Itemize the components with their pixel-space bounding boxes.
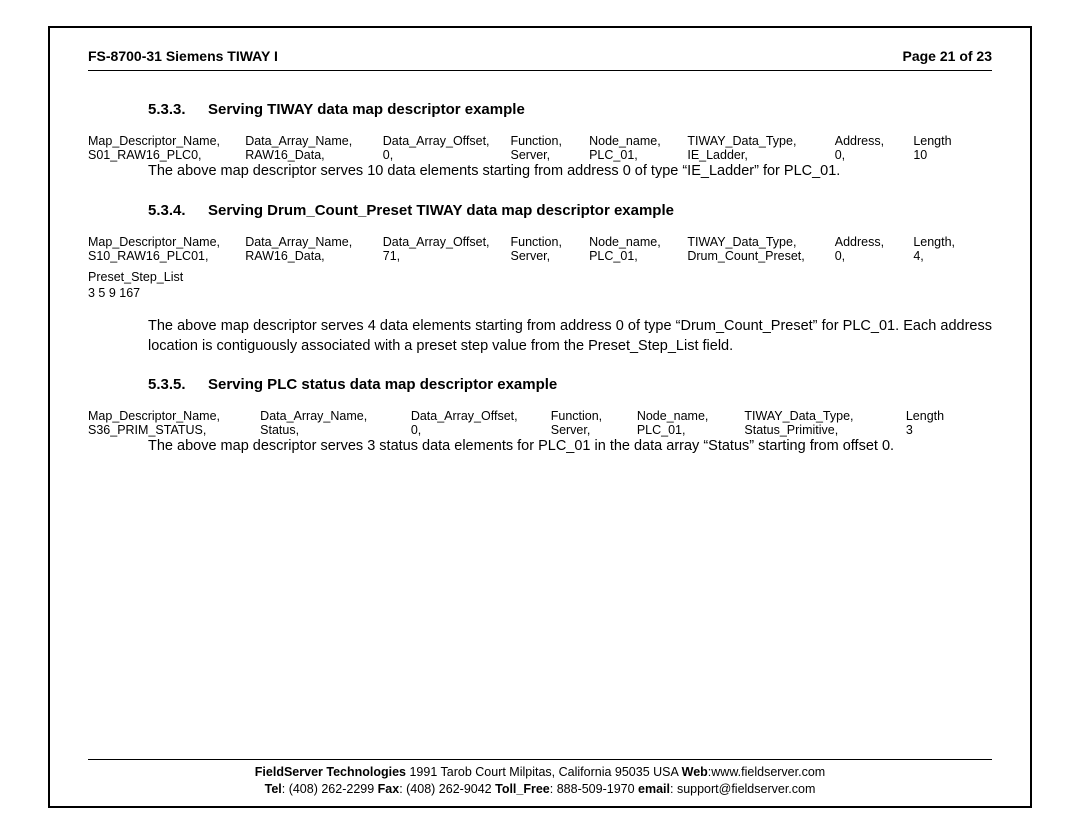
table-cell: 0, (835, 148, 914, 162)
table-cell: S10_RAW16_PLC01, (88, 249, 245, 263)
table-cell: Node_name, (589, 134, 687, 148)
section-title: Serving PLC status data map descriptor e… (208, 376, 557, 393)
preset-step-list: Preset_Step_List 3 5 9 167 (88, 269, 992, 302)
table-cell: Address, (835, 134, 914, 148)
table-cell: Length (906, 409, 992, 423)
table-cell: Length, (913, 235, 992, 249)
footer-toll-value: : 888-509-1970 (550, 782, 638, 796)
table-cell: Function, (511, 235, 590, 249)
table-cell: Map_Descriptor_Name, (88, 235, 245, 249)
table-cell: S36_PRIM_STATUS, (88, 423, 260, 437)
table-row: Map_Descriptor_Name,Data_Array_Name,Data… (88, 134, 992, 148)
footer-web-value: :www.fieldserver.com (708, 765, 825, 779)
table-cell: Length (913, 134, 992, 148)
table-cell: Server, (511, 148, 590, 162)
body-paragraph: The above map descriptor serves 4 data e… (148, 317, 992, 356)
footer-address: 1991 Tarob Court Milpitas, California 95… (406, 765, 682, 779)
table-cell: Server, (551, 423, 637, 437)
table-cell: TIWAY_Data_Type, (687, 235, 834, 249)
table-cell: 0, (835, 249, 914, 263)
table-cell: S01_RAW16_PLC0, (88, 148, 245, 162)
section-number: 5.3.5. (148, 376, 208, 393)
body-paragraph: The above map descriptor serves 3 status… (148, 437, 992, 457)
table-cell: Data_Array_Offset, (411, 409, 551, 423)
table-cell: IE_Ladder, (687, 148, 834, 162)
table-cell: TIWAY_Data_Type, (744, 409, 905, 423)
preset-values: 3 5 9 167 (88, 285, 992, 301)
data-table-533: Map_Descriptor_Name,Data_Array_Name,Data… (88, 134, 992, 162)
footer-fax-value: : (408) 262-9042 (399, 782, 495, 796)
body-paragraph: The above map descriptor serves 10 data … (148, 162, 992, 182)
table-cell: Data_Array_Offset, (383, 235, 511, 249)
table-cell: Server, (511, 249, 590, 263)
table-cell: 0, (383, 148, 511, 162)
table-cell: Function, (551, 409, 637, 423)
footer-tel-value: : (408) 262-2299 (282, 782, 378, 796)
footer-toll-label: Toll_Free (495, 782, 550, 796)
table-cell: Drum_Count_Preset, (687, 249, 834, 263)
footer-web-label: Web (682, 765, 708, 779)
section-heading-533: 5.3.3.Serving TIWAY data map descriptor … (148, 101, 992, 118)
table-cell: RAW16_Data, (245, 249, 383, 263)
table-cell: Map_Descriptor_Name, (88, 409, 260, 423)
table-cell: Status, (260, 423, 411, 437)
page-footer: FieldServer Technologies 1991 Tarob Cour… (88, 759, 992, 798)
header-right: Page 21 of 23 (903, 48, 993, 64)
table-cell: Data_Array_Name, (245, 235, 383, 249)
header-divider (88, 70, 992, 71)
table-cell: Map_Descriptor_Name, (88, 134, 245, 148)
data-table-535: Map_Descriptor_Name,Data_Array_Name,Data… (88, 409, 992, 437)
table-cell: Data_Array_Name, (245, 134, 383, 148)
table-cell: Data_Array_Offset, (383, 134, 511, 148)
table-cell: Status_Primitive, (744, 423, 905, 437)
table-row: S01_RAW16_PLC0,RAW16_Data,0,Server,PLC_0… (88, 148, 992, 162)
footer-fax-label: Fax (378, 782, 400, 796)
table-cell: PLC_01, (589, 148, 687, 162)
table-cell: Node_name, (637, 409, 745, 423)
table-cell: PLC_01, (637, 423, 745, 437)
section-heading-534: 5.3.4.Serving Drum_Count_Preset TIWAY da… (148, 202, 992, 219)
table-cell: 10 (913, 148, 992, 162)
footer-divider (88, 759, 992, 760)
footer-line1: FieldServer Technologies 1991 Tarob Cour… (88, 764, 992, 781)
header-left: FS-8700-31 Siemens TIWAY I (88, 48, 278, 64)
data-table-534: Map_Descriptor_Name,Data_Array_Name,Data… (88, 235, 992, 263)
table-cell: 0, (411, 423, 551, 437)
document-page: FS-8700-31 Siemens TIWAY I Page 21 of 23… (48, 26, 1032, 808)
table-row: Map_Descriptor_Name,Data_Array_Name,Data… (88, 409, 992, 423)
footer-email-label: email (638, 782, 670, 796)
section-heading-535: 5.3.5.Serving PLC status data map descri… (148, 376, 992, 393)
table-row: Map_Descriptor_Name,Data_Array_Name,Data… (88, 235, 992, 249)
table-cell: PLC_01, (589, 249, 687, 263)
table-cell: Data_Array_Name, (260, 409, 411, 423)
table-cell: 71, (383, 249, 511, 263)
section-number: 5.3.3. (148, 101, 208, 118)
footer-tel-label: Tel (265, 782, 282, 796)
table-cell: 3 (906, 423, 992, 437)
footer-company: FieldServer Technologies (255, 765, 406, 779)
table-row: S36_PRIM_STATUS,Status,0,Server,PLC_01,S… (88, 423, 992, 437)
table-cell: TIWAY_Data_Type, (687, 134, 834, 148)
table-cell: Node_name, (589, 235, 687, 249)
section-title: Serving Drum_Count_Preset TIWAY data map… (208, 202, 674, 219)
table-row: S10_RAW16_PLC01,RAW16_Data,71,Server,PLC… (88, 249, 992, 263)
table-cell: RAW16_Data, (245, 148, 383, 162)
page-header: FS-8700-31 Siemens TIWAY I Page 21 of 23 (88, 48, 992, 64)
footer-line2: Tel: (408) 262-2299 Fax: (408) 262-9042 … (88, 781, 992, 798)
table-cell: 4, (913, 249, 992, 263)
section-number: 5.3.4. (148, 202, 208, 219)
footer-email-value: : support@fieldserver.com (670, 782, 815, 796)
table-cell: Function, (511, 134, 590, 148)
section-title: Serving TIWAY data map descriptor exampl… (208, 101, 525, 118)
table-cell: Address, (835, 235, 914, 249)
preset-label: Preset_Step_List (88, 269, 992, 285)
